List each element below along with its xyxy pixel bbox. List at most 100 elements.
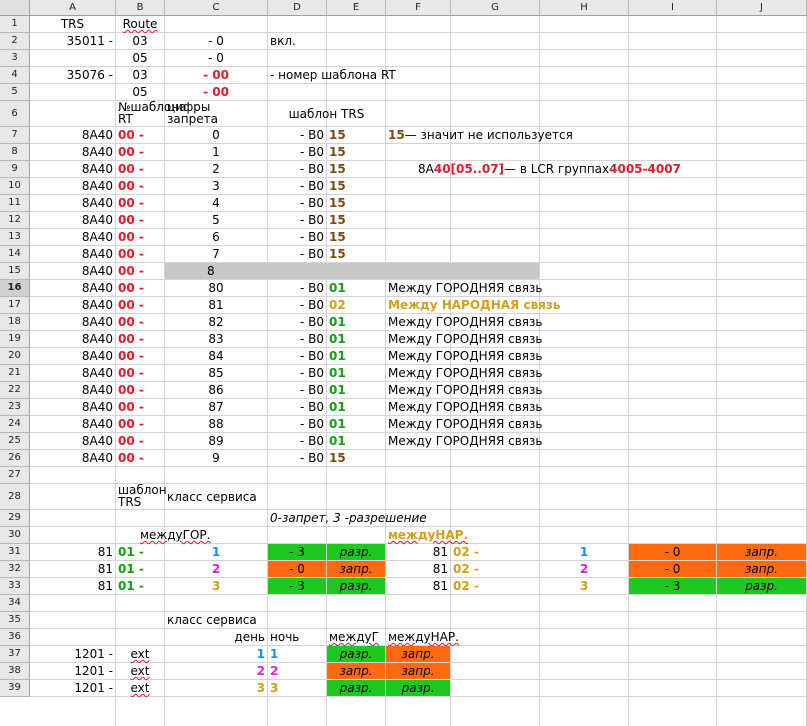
- row-header-28[interactable]: 28: [0, 484, 30, 510]
- cell-d25[interactable]: - B0: [268, 433, 326, 449]
- cell-b11[interactable]: 00 -: [116, 195, 164, 211]
- cell-f18[interactable]: Между ГОРОДНЯЯ связь: [386, 314, 628, 330]
- row-header-39[interactable]: 39: [0, 680, 30, 697]
- cell-e10[interactable]: 15: [327, 178, 385, 194]
- cell-a4[interactable]: 35076 -: [30, 67, 115, 83]
- cell-b7[interactable]: 00 -: [116, 127, 164, 143]
- cell-c21[interactable]: 85: [165, 365, 267, 381]
- row-header-3[interactable]: 3: [0, 50, 30, 67]
- cell-c39[interactable]: 3: [165, 680, 267, 696]
- cell-b26[interactable]: 00 -: [116, 450, 164, 466]
- cell-b32[interactable]: 01 -: [116, 561, 164, 577]
- cell-a14[interactable]: 8A40: [30, 246, 115, 262]
- cell-c22[interactable]: 86: [165, 382, 267, 398]
- spreadsheet[interactable]: A B C D E F G H I J 1 2 3 4 5 6 7 8 9 10 11 12 13 14 15 16 17 18 19 2…: [0, 0, 807, 726]
- column-header-a[interactable]: A: [30, 0, 116, 16]
- row-header-6[interactable]: 6: [0, 101, 30, 127]
- cell-c9[interactable]: 2: [165, 161, 267, 177]
- cell-f7-note[interactable]: 15 — значит не используется: [386, 127, 716, 143]
- column-header-e[interactable]: E: [327, 0, 386, 16]
- cell-j33[interactable]: разр.: [717, 578, 806, 594]
- cell-d29[interactable]: 0-запрет, 3 -разрешение: [268, 510, 539, 526]
- cell-d38[interactable]: 2: [268, 663, 326, 679]
- row-header-26[interactable]: 26: [0, 450, 30, 467]
- cell-j31[interactable]: запр.: [717, 544, 806, 560]
- cell-c7[interactable]: 0: [165, 127, 267, 143]
- cell-h33[interactable]: 3: [540, 578, 628, 594]
- cell-c12[interactable]: 5: [165, 212, 267, 228]
- cell-c13[interactable]: 6: [165, 229, 267, 245]
- cell-a5[interactable]: [30, 84, 115, 100]
- row-header-36[interactable]: 36: [0, 629, 30, 646]
- row-header-8[interactable]: 8: [0, 144, 30, 161]
- cell-f21[interactable]: Между ГОРОДНЯЯ связь: [386, 365, 628, 381]
- cell-d20[interactable]: - B0: [268, 348, 326, 364]
- row-header-15[interactable]: 15: [0, 263, 30, 280]
- row-header-27[interactable]: 27: [0, 467, 30, 484]
- cell-b14[interactable]: 00 -: [116, 246, 164, 262]
- cell-e11[interactable]: 15: [327, 195, 385, 211]
- row-header-37[interactable]: 37: [0, 646, 30, 663]
- cell-a3[interactable]: [30, 50, 115, 66]
- cell-c33[interactable]: 3: [165, 578, 267, 594]
- cell-a1[interactable]: TRS: [30, 16, 115, 32]
- cell-d16[interactable]: - B0: [268, 280, 326, 296]
- cell-a11[interactable]: 8A40: [30, 195, 115, 211]
- cell-a7[interactable]: 8A40: [30, 127, 115, 143]
- column-header-c[interactable]: C: [165, 0, 268, 16]
- cell-a10[interactable]: 8A40: [30, 178, 115, 194]
- cell-b28[interactable]: шаблон TRS: [116, 484, 167, 509]
- cell-d37[interactable]: 1: [268, 646, 326, 662]
- row-header-35[interactable]: 35: [0, 612, 30, 629]
- cell-e20[interactable]: 01: [327, 348, 385, 364]
- cell-d18[interactable]: - B0: [268, 314, 326, 330]
- column-header-i[interactable]: I: [629, 0, 717, 16]
- cell-e31[interactable]: разр.: [327, 544, 385, 560]
- row-header-1[interactable]: 1: [0, 16, 30, 33]
- row-header-18[interactable]: 18: [0, 314, 30, 331]
- cell-f30[interactable]: междуНАР.: [386, 527, 539, 543]
- row-header-17[interactable]: 17: [0, 297, 30, 314]
- row-header-19[interactable]: 19: [0, 331, 30, 348]
- cell-d11[interactable]: - B0: [268, 195, 326, 211]
- cell-d23[interactable]: - B0: [268, 399, 326, 415]
- cell-h32[interactable]: 2: [540, 561, 628, 577]
- cell-c25[interactable]: 89: [165, 433, 267, 449]
- cell-c18[interactable]: 82: [165, 314, 267, 330]
- cell-d4[interactable]: - номер шаблона RT: [268, 67, 450, 83]
- cell-c3[interactable]: - 0: [165, 50, 267, 66]
- cell-d33[interactable]: - 3: [268, 578, 326, 594]
- cell-f31[interactable]: 81: [386, 544, 450, 560]
- row-header-11[interactable]: 11: [0, 195, 30, 212]
- cell-b8[interactable]: 00 -: [116, 144, 164, 160]
- cell-f32[interactable]: 81: [386, 561, 450, 577]
- cell-c17[interactable]: 81: [165, 297, 267, 313]
- cell-c19[interactable]: 83: [165, 331, 267, 347]
- row-header-32[interactable]: 32: [0, 561, 30, 578]
- cell-c10[interactable]: 3: [165, 178, 267, 194]
- cell-b38[interactable]: ext: [116, 663, 164, 679]
- cell-b5[interactable]: 05: [116, 84, 164, 100]
- row-header-22[interactable]: 22: [0, 382, 30, 399]
- cell-e13[interactable]: 15: [327, 229, 385, 245]
- row-header-20[interactable]: 20: [0, 348, 30, 365]
- cell-f39[interactable]: разр.: [386, 680, 450, 696]
- row-header-2[interactable]: 2: [0, 33, 30, 50]
- row-header-14[interactable]: 14: [0, 246, 30, 263]
- cell-b24[interactable]: 00 -: [116, 416, 164, 432]
- cell-c26[interactable]: 9: [165, 450, 267, 466]
- cell-d8[interactable]: - B0: [268, 144, 326, 160]
- cell-f33[interactable]: 81: [386, 578, 450, 594]
- cell-b9[interactable]: 00 -: [116, 161, 164, 177]
- cell-e25[interactable]: 01: [327, 433, 385, 449]
- row-header-21[interactable]: 21: [0, 365, 30, 382]
- cell-c8[interactable]: 1: [165, 144, 267, 160]
- cell-a19[interactable]: 8A40: [30, 331, 115, 347]
- cell-b18[interactable]: 00 -: [116, 314, 164, 330]
- cell-e18[interactable]: 01: [327, 314, 385, 330]
- cell-a32[interactable]: 81: [30, 561, 115, 577]
- cell-g31[interactable]: 02 -: [451, 544, 539, 560]
- cell-a18[interactable]: 8A40: [30, 314, 115, 330]
- cell-a21[interactable]: 8A40: [30, 365, 115, 381]
- cell-e17[interactable]: 02: [327, 297, 385, 313]
